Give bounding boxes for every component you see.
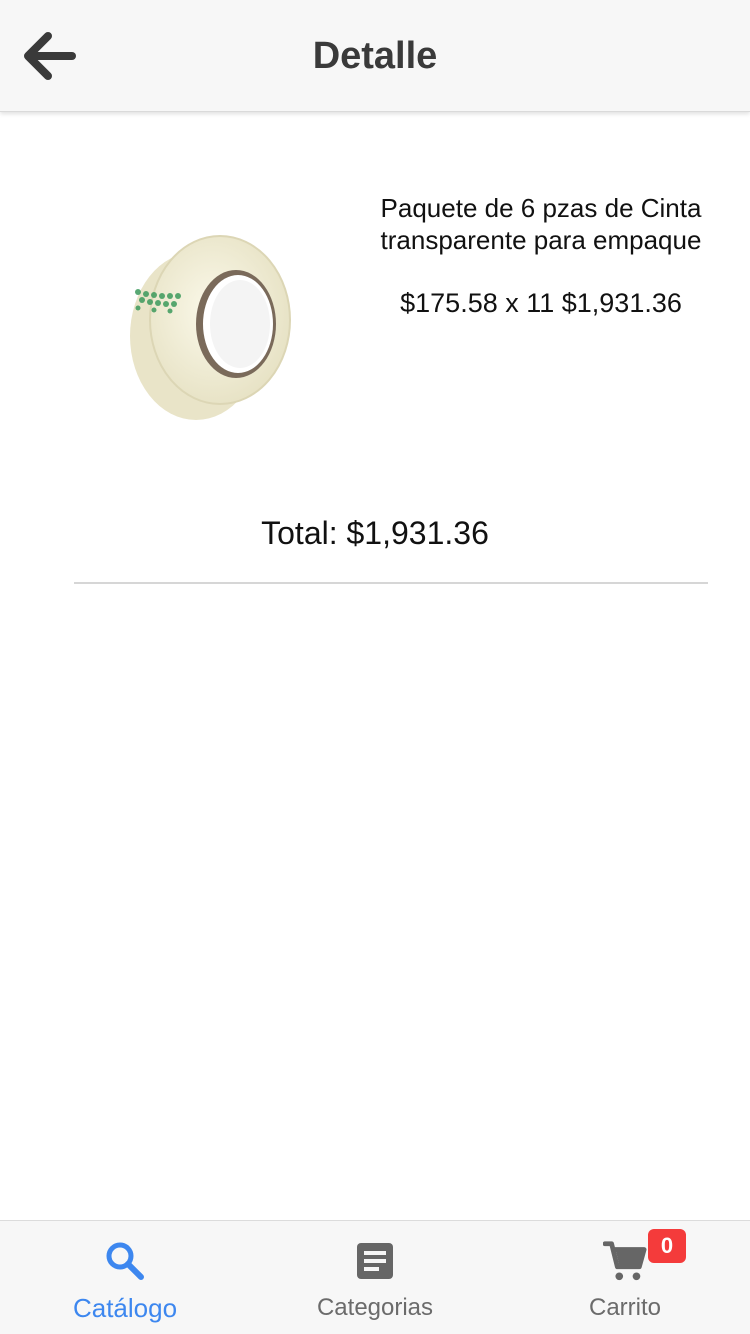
document-list-icon (357, 1243, 393, 1279)
order-total: Total: $1,931.36 (261, 515, 489, 551)
cart-icon (603, 1241, 647, 1281)
tab-catalogo[interactable]: Catálogo (0, 1221, 250, 1334)
bottom-tab-bar: Catálogo Categorias Carrito 0 (0, 1220, 750, 1334)
product-price-line: $175.58 x 11 $1,931.36 (400, 288, 682, 318)
tab-carrito[interactable]: Carrito 0 (500, 1221, 750, 1334)
divider (74, 582, 708, 584)
tab-label: Catálogo (72, 1293, 178, 1323)
product-info: Paquete de 6 pzas de Cinta transparente … (380, 192, 702, 320)
search-icon (106, 1242, 144, 1280)
top-app-bar: Detalle (0, 0, 750, 112)
packing-tape-roll-image (130, 235, 291, 420)
tab-label: Carrito (588, 1294, 661, 1321)
page-title: Detalle (312, 35, 438, 77)
tab-label: Categorias (316, 1294, 434, 1321)
cart-item: Paquete de 6 pzas de Cinta transparente … (0, 150, 750, 470)
product-name: Paquete de 6 pzas de Cinta transparente … (380, 193, 702, 255)
tab-categorias[interactable]: Categorias (250, 1221, 500, 1334)
cart-count-badge: 0 (648, 1229, 686, 1263)
